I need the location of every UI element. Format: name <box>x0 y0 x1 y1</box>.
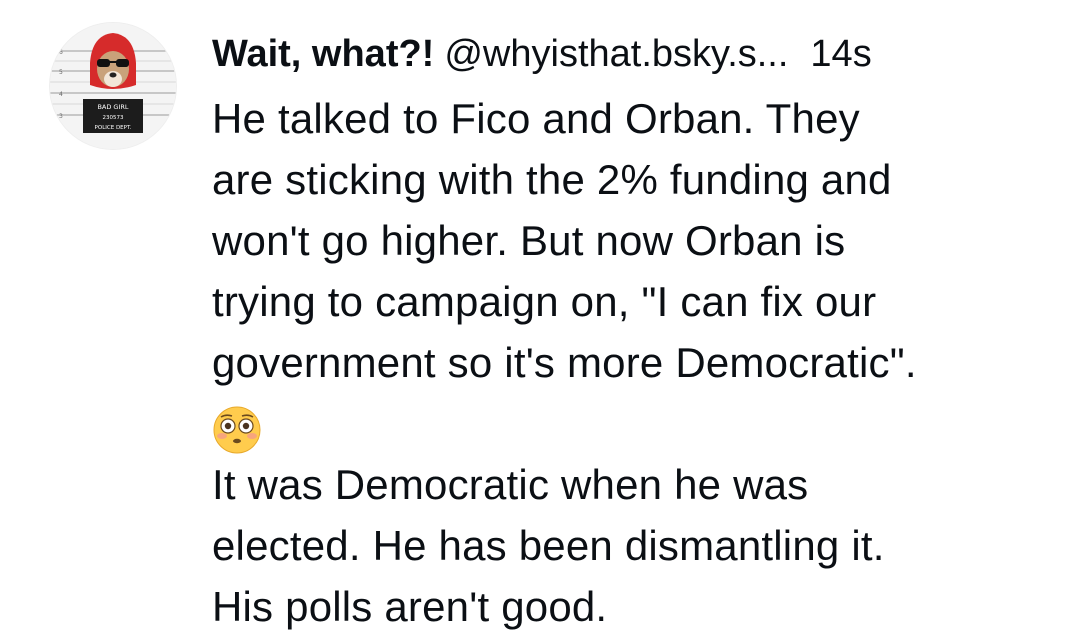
author-display-name[interactable]: Wait, what?! <box>212 33 434 75</box>
svg-text:4: 4 <box>59 91 63 98</box>
post-text-line: trying to campaign on, "I can fix our <box>212 278 877 325</box>
placard-line-3: POLICE DEPT. <box>95 125 132 131</box>
placard-line-1: BAD GIRL <box>97 103 128 111</box>
post-timestamp[interactable]: 14s <box>810 33 871 75</box>
author-handle[interactable]: @whyisthat.bsky.s... <box>444 33 788 75</box>
post-card[interactable]: 6 5 4 3 BAD GIRL 230573 POLICE DEPT. Wai… <box>0 0 1080 636</box>
mugshot-dog-avatar-icon: 6 5 4 3 BAD GIRL 230573 POLICE DEPT. <box>50 23 176 149</box>
svg-text:6: 6 <box>59 49 63 56</box>
post-text-line: are sticking with the 2% funding and <box>212 156 892 203</box>
post-header: Wait, what?! @whyisthat.bsky.s... 14s <box>212 26 872 82</box>
svg-text:3: 3 <box>59 113 63 120</box>
placard-line-2: 230573 <box>103 115 124 121</box>
post-text-line: elected. He has been dismantling it. <box>212 522 885 569</box>
svg-text:5: 5 <box>59 69 63 76</box>
post-text-line: It was Democratic when he was <box>212 461 809 508</box>
author-avatar[interactable]: 6 5 4 3 BAD GIRL 230573 POLICE DEPT. <box>50 23 176 149</box>
post-text-line: His polls aren't good. <box>212 583 608 630</box>
post-text-line: He talked to Fico and Orban. They <box>212 95 860 142</box>
post-text-line: won't go higher. But now Orban is <box>212 217 846 264</box>
post-text-line: government so it's more Democratic". <box>212 339 917 386</box>
post-body: He talked to Fico and Orban. They are st… <box>212 88 1052 637</box>
emoji-line <box>212 393 1052 454</box>
flushed-face-icon <box>213 406 261 454</box>
